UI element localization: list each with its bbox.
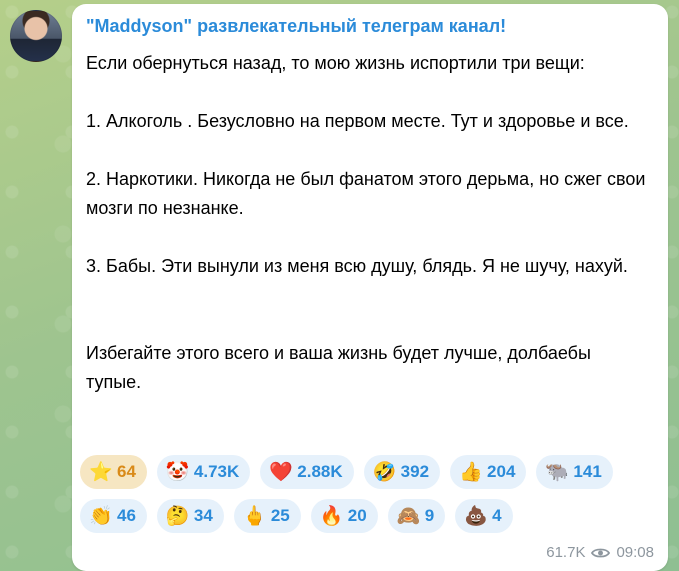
reaction-count: 25 [270,506,290,525]
view-count: 61.7K [546,544,586,561]
reaction-count: 20 [347,506,367,525]
rofl-icon: 🤣 [372,461,397,483]
reaction-count: 34 [193,506,213,525]
thinking-icon: 🤔 [165,505,190,527]
channel-name[interactable]: "Maddyson" развлекательный телеграм кана… [86,16,506,37]
star-icon: ⭐ [89,461,113,483]
thumbs-up-icon: 👍 [459,461,483,483]
reaction-see-no-evil-monkey[interactable]: 🙈 9 [387,499,446,533]
post-item-1: 1. Алкоголь . Безусловно на первом месте… [86,111,629,131]
eye-icon [591,548,611,557]
reaction-count: 204 [487,462,516,481]
reaction-row-2: 👏 46 🤔 34 🖕 25 🔥 20 🙈 9 💩 4 [80,499,660,533]
middle-finger-icon: 🖕 [242,505,267,527]
heart-icon: ❤️ [269,461,293,483]
post-intro: Если обернуться назад, то мою жизнь испо… [86,53,585,73]
poop-icon: 💩 [464,505,488,527]
reaction-bull[interactable]: 🐃 141 [536,455,613,489]
reaction-rofl[interactable]: 🤣 392 [363,455,441,489]
message-footer: 61.7K 09:08 [546,544,654,561]
reaction-count: 4.73K [193,462,240,481]
reaction-middle-finger[interactable]: 🖕 25 [233,499,301,533]
reaction-count: 392 [400,462,430,481]
post-item-2: 2. Наркотики. Никогда не был фанатом это… [86,169,646,218]
bull-icon: 🐃 [545,461,570,483]
reaction-row-1: ⭐ 64 🤡 4.73K ❤️ 2.88K 🤣 392 👍 204 🐃 141 [80,455,660,489]
clown-icon: 🤡 [165,461,190,483]
message-time: 09:08 [616,544,654,561]
reaction-thumbs-up[interactable]: 👍 204 [450,455,527,489]
post-outro: Избегайте этого всего и ваша жизнь будет… [86,343,591,392]
reaction-count: 9 [424,506,435,525]
channel-avatar[interactable] [10,10,62,62]
post-text: Если обернуться назад, то мою жизнь испо… [86,49,646,397]
reaction-star[interactable]: ⭐ 64 [80,455,147,489]
message-bubble: "Maddyson" развлекательный телеграм кана… [72,4,668,571]
reaction-count: 141 [573,462,602,481]
reaction-poop[interactable]: 💩 4 [455,499,513,533]
reaction-heart[interactable]: ❤️ 2.88K [260,455,354,489]
reaction-clown[interactable]: 🤡 4.73K [156,455,251,489]
reaction-thinking[interactable]: 🤔 34 [156,499,224,533]
reaction-count: 64 [117,462,136,481]
reaction-fire[interactable]: 🔥 20 [310,499,378,533]
reaction-count: 4 [492,506,502,525]
see-no-evil-monkey-icon: 🙈 [396,505,421,527]
post-item-3: 3. Бабы. Эти вынули из меня всю душу, бл… [86,256,628,276]
reaction-count: 2.88K [297,462,343,481]
reactions: ⭐ 64 🤡 4.73K ❤️ 2.88K 🤣 392 👍 204 🐃 141 … [80,455,660,543]
reaction-clapping[interactable]: 👏 46 [80,499,147,533]
clapping-icon: 👏 [89,505,113,527]
fire-icon: 🔥 [319,505,344,527]
reaction-count: 46 [117,506,136,525]
